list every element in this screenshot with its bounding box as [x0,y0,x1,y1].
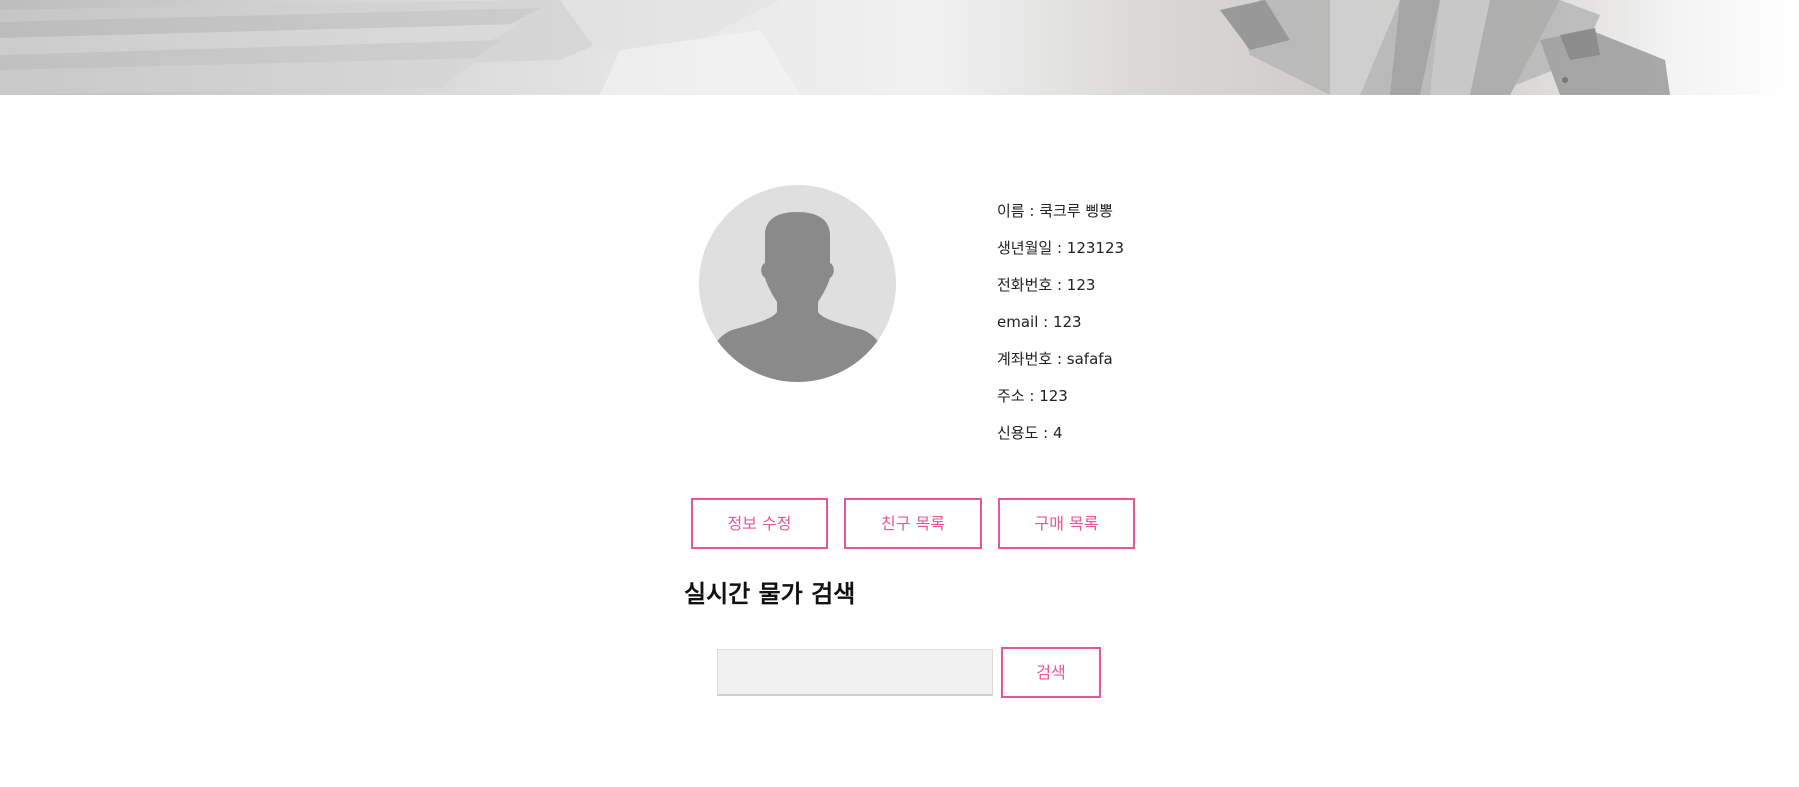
search-button[interactable]: 검색 [1001,647,1101,698]
profile-credit-score: 신용도 : 4 [997,424,1063,442]
price-search-input[interactable] [717,649,993,696]
edit-info-button[interactable]: 정보 수정 [691,498,828,549]
profile-address: 주소 : 123 [997,387,1068,405]
price-search-title: 실시간 물가 검색 [684,580,856,608]
user-silhouette-icon [708,212,887,382]
profile-phone: 전화번호 : 123 [997,276,1096,294]
profile-name: 이름 : 쿡크루 삥뽕 [997,202,1113,220]
profile-info: 이름 : 쿡크루 삥뽕 생년월일 : 123123 전화번호 : 123 ema… [997,198,1257,457]
profile-account-number: 계좌번호 : safafa [997,350,1113,368]
profile-avatar [699,185,896,382]
purchase-list-button[interactable]: 구매 목록 [998,498,1135,549]
banner-photo [0,0,1670,95]
header-banner-image [0,0,1799,95]
profile-email: email : 123 [997,313,1082,331]
friends-list-button[interactable]: 친구 목록 [844,498,982,549]
profile-birthdate: 생년월일 : 123123 [997,239,1125,257]
